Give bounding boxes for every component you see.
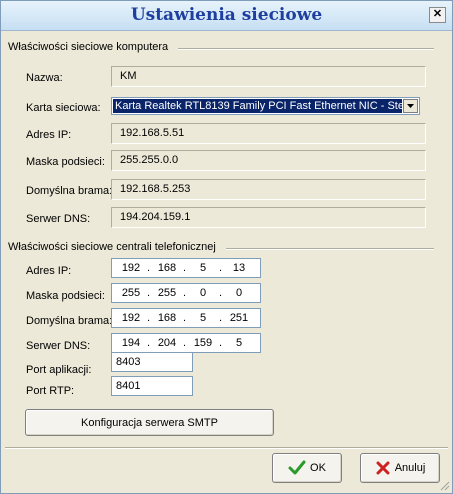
footer-divider: [5, 447, 448, 449]
pbx-dns-input[interactable]: 194. 204. 159. 5: [111, 333, 261, 353]
cancel-label: Anuluj: [394, 462, 426, 474]
dns-octet[interactable]: 5: [226, 337, 252, 349]
mask-field: 255.255.0.0: [111, 150, 426, 171]
checkmark-icon: [288, 460, 306, 475]
mask-octet[interactable]: 255: [154, 287, 180, 299]
pbx-section-heading: Właściwości sieciowe centrali telefonicz…: [8, 241, 216, 253]
section-divider: [178, 48, 434, 50]
pbx-gateway-input[interactable]: 192. 168. 5. 251: [111, 308, 261, 328]
dns-octet[interactable]: 159: [190, 337, 216, 349]
pbx-ip-input[interactable]: 192. 168. 5. 13: [111, 258, 261, 278]
rtp-port-label: Port RTP:: [26, 385, 75, 397]
gateway-field: 192.168.5.253: [111, 179, 426, 200]
gateway-label: Domyślna brama:: [26, 185, 113, 197]
name-label: Nazwa:: [26, 72, 63, 84]
ip-octet[interactable]: 192: [118, 262, 144, 274]
dns-octet[interactable]: 204: [154, 337, 180, 349]
close-icon: ✕: [432, 8, 443, 20]
network-card-select[interactable]: Karta Realtek RTL8139 Family PCI Fast Et…: [111, 97, 420, 115]
smtp-button-label: Konfiguracja serwera SMTP: [81, 416, 218, 429]
ip-octet[interactable]: 168: [154, 262, 180, 274]
resize-grip-icon[interactable]: [438, 479, 450, 491]
card-label: Karta sieciowa:: [26, 102, 101, 114]
app-port-label: Port aplikacji:: [26, 364, 92, 376]
gateway-octet[interactable]: 5: [190, 312, 216, 324]
computer-section-heading: Właściwości sieciowe komputera: [8, 41, 169, 53]
dns-octet[interactable]: 194: [118, 337, 144, 349]
dns-label: Serwer DNS:: [26, 213, 91, 225]
gateway-octet[interactable]: 251: [226, 312, 252, 324]
mask-octet[interactable]: 0: [190, 287, 216, 299]
cancel-button[interactable]: Anuluj: [360, 453, 440, 483]
ip-field: 192.168.5.51: [111, 123, 426, 144]
ip-octet[interactable]: 13: [226, 262, 252, 274]
name-field: KM: [111, 66, 426, 87]
dns-field: 194.204.159.1: [111, 207, 426, 228]
pbx-dns-label: Serwer DNS:: [26, 340, 91, 352]
mask-octet[interactable]: 0: [226, 287, 252, 299]
x-mark-icon: [376, 461, 390, 475]
rtp-port-input[interactable]: 8401: [111, 376, 193, 396]
ip-octet[interactable]: 5: [190, 262, 216, 274]
close-button[interactable]: ✕: [429, 7, 446, 23]
title-bar: Ustawienia sieciowe ✕: [1, 1, 452, 31]
gateway-octet[interactable]: 168: [154, 312, 180, 324]
chevron-down-icon: [407, 104, 414, 108]
app-port-input[interactable]: 8403: [111, 352, 193, 372]
dropdown-button[interactable]: [403, 99, 418, 113]
mask-label: Maska podsieci:: [26, 156, 105, 168]
dialog-title: Ustawienia sieciowe: [130, 5, 323, 25]
gateway-octet[interactable]: 192: [118, 312, 144, 324]
section-divider: [226, 248, 434, 250]
ok-label: OK: [310, 462, 326, 474]
network-card-selected-value: Karta Realtek RTL8139 Family PCI Fast Et…: [113, 99, 402, 113]
ip-label: Adres IP:: [26, 129, 72, 141]
pbx-ip-label: Adres IP:: [26, 265, 72, 277]
pbx-mask-label: Maska podsieci:: [26, 290, 105, 302]
network-settings-dialog: Ustawienia sieciowe ✕ Właściwości siecio…: [0, 0, 453, 494]
pbx-gateway-label: Domyślna brama:: [26, 315, 113, 327]
pbx-mask-input[interactable]: 255. 255. 0. 0: [111, 283, 261, 303]
smtp-config-button[interactable]: Konfiguracja serwera SMTP: [25, 409, 274, 436]
ok-button[interactable]: OK: [272, 453, 342, 483]
mask-octet[interactable]: 255: [118, 287, 144, 299]
